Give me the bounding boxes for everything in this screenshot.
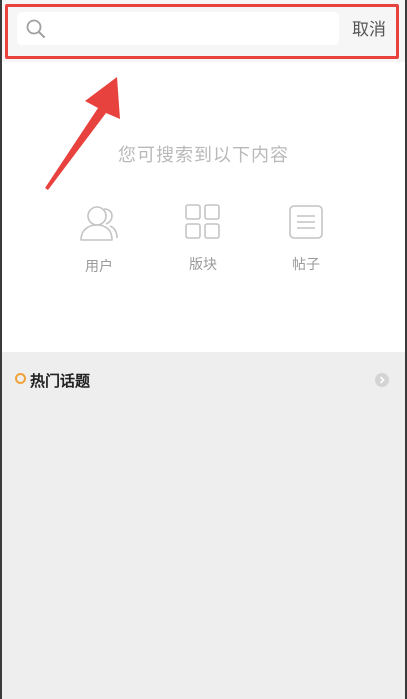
- circle-bullet-icon: [15, 373, 26, 384]
- post-icon: [289, 205, 323, 239]
- category-label: 帖子: [292, 257, 320, 273]
- category-label: 用户: [85, 259, 113, 275]
- search-box[interactable]: [17, 12, 339, 45]
- search-input[interactable]: [53, 12, 327, 45]
- category-board[interactable]: 版块: [168, 204, 238, 274]
- search-icon: [26, 19, 45, 38]
- cancel-button[interactable]: 取消: [352, 15, 386, 40]
- grid-icon: [185, 204, 220, 239]
- annotation-arrow-icon: [45, 77, 120, 190]
- category-user[interactable]: 用户: [64, 204, 134, 276]
- user-icon: [80, 206, 118, 241]
- search-scope-hint: 您可搜索到以下内容: [118, 145, 289, 166]
- hot-topics-section: 热门话题: [2, 352, 405, 699]
- hot-topics-title: 热门话题: [30, 372, 91, 390]
- hot-topics-header[interactable]: 热门话题: [2, 352, 405, 408]
- category-post[interactable]: 帖子: [271, 204, 341, 274]
- category-label: 版块: [189, 257, 217, 273]
- chevron-right-icon[interactable]: [375, 373, 389, 387]
